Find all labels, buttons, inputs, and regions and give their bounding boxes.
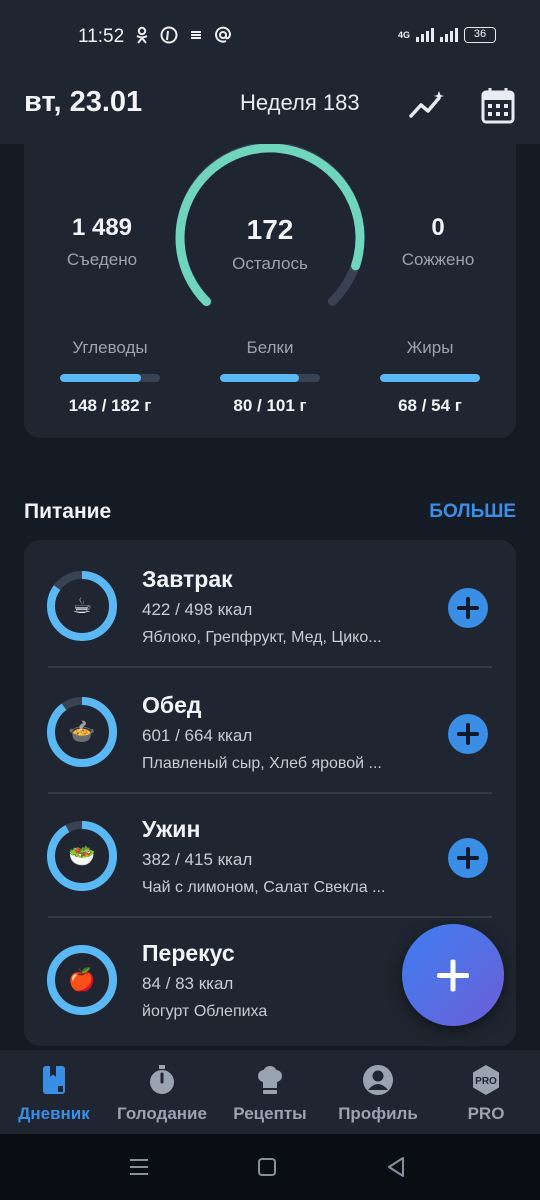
battery-icon: 36 (464, 27, 496, 43)
remaining-label: Осталось (232, 254, 308, 273)
macro-label: Углеводы (72, 338, 148, 357)
profile-icon (363, 1065, 393, 1095)
meal-lunch[interactable]: 🍲 Обед 601 / 664 ккал Плавленый сыр, Хле… (24, 666, 516, 790)
week-label[interactable]: Неделя 183 (240, 90, 360, 116)
add-lunch-button[interactable] (448, 714, 488, 754)
macro-fat: Жиры 68 / 54 г (350, 338, 510, 416)
macro-value: 148 / 182 г (68, 396, 152, 415)
meal-kcal: 422 / 498 ккал (142, 600, 253, 619)
macro-value: 80 / 101 г (233, 396, 307, 415)
system-navigation-bar (0, 1134, 540, 1200)
macro-carbs: Углеводы 148 / 182 г (30, 338, 190, 416)
stopwatch-icon (150, 1065, 174, 1094)
macro-bar (60, 374, 160, 382)
tab-label: Голодание (117, 1104, 207, 1123)
macro-bar (220, 374, 320, 382)
meal-breakfast[interactable]: ☕ Завтрак 422 / 498 ккал Яблоко, Грепфру… (24, 540, 516, 664)
tab-diary[interactable]: Дневник (0, 1050, 108, 1134)
meal-name: Завтрак (142, 566, 233, 592)
status-time: 11:52 (78, 26, 125, 47)
tab-pro[interactable]: PRO PRO (432, 1050, 540, 1134)
recents-icon[interactable] (128, 1157, 150, 1177)
at-icon (215, 26, 232, 43)
eaten-value: 1 489 (71, 214, 133, 241)
diary-icon (43, 1066, 65, 1094)
macro-bar (380, 374, 480, 382)
bottom-navigation: Дневник Голодание Рецепты Профиль PRO PR… (0, 1050, 540, 1134)
burned-stat: 0 Сожжено (368, 214, 508, 270)
signal-icon-2 (440, 28, 458, 42)
meal-name: Обед (142, 692, 202, 718)
calendar-icon[interactable] (480, 86, 516, 126)
notification-icons (134, 26, 232, 44)
svg-text:PRO: PRO (475, 1076, 497, 1087)
remaining-value: 172 (246, 214, 294, 245)
tab-profile[interactable]: Профиль (324, 1050, 432, 1134)
status-bar: 11:52 4G 36 (0, 0, 540, 72)
network-label: 4G (397, 30, 410, 40)
eaten-stat: 1 489 Съедено (32, 214, 172, 270)
status-right: 4G 36 (398, 27, 496, 43)
nutrition-title: Питание (24, 500, 112, 523)
tab-recipes[interactable]: Рецепты (216, 1050, 324, 1134)
meal-items: йогурт Облепиха (142, 1003, 268, 1020)
tab-label: Профиль (338, 1104, 418, 1123)
remaining-stat: 172 Осталось (200, 214, 340, 274)
coffee-icon: ☕ (72, 593, 92, 618)
meal-name: Перекус (142, 940, 235, 966)
apple-icon: 🍎 (68, 967, 96, 992)
menu-lines-icon (191, 31, 201, 39)
current-date[interactable]: вт, 23.01 (24, 86, 142, 119)
home-icon[interactable] (257, 1157, 277, 1177)
app-header: вт, 23.01 Неделя 183 (0, 72, 540, 144)
macro-label: Жиры (406, 338, 454, 357)
battery-level: 36 (473, 28, 487, 40)
macro-bar-fill (380, 374, 480, 382)
pinterest-icon (160, 26, 178, 44)
chef-hat-icon (258, 1066, 282, 1094)
burned-value: 0 (431, 214, 445, 241)
meal-kcal: 601 / 664 ккал (142, 726, 253, 745)
burned-label: Сожжено (401, 250, 475, 269)
trend-chart-icon[interactable] (406, 86, 446, 126)
pro-badge-icon: PRO (473, 1065, 499, 1095)
more-link[interactable]: БОЛЬШЕ (429, 501, 516, 523)
macro-bar-fill (220, 374, 299, 382)
tab-label: Дневник (18, 1104, 90, 1123)
macro-label: Белки (246, 338, 294, 357)
meal-name: Ужин (142, 816, 201, 842)
meal-items: Яблоко, Грепфрукт, Мед, Цико... (142, 629, 382, 646)
macro-value: 68 / 54 г (398, 396, 462, 415)
meal-items: Плавленый сыр, Хлеб яровой ... (142, 755, 382, 772)
signal-icon (416, 28, 434, 42)
add-breakfast-button[interactable] (448, 588, 488, 628)
back-icon[interactable] (386, 1156, 406, 1178)
tab-label: PRO (467, 1104, 505, 1123)
tab-label: Рецепты (233, 1104, 307, 1123)
meal-kcal: 382 / 415 ккал (142, 850, 253, 869)
add-food-fab[interactable] (402, 924, 504, 1026)
meal-items: Чай с лимоном, Салат Свекла ... (142, 879, 386, 896)
calorie-summary-card: 1 489 Съедено 172 Осталось 0 Сожжено Угл… (24, 120, 516, 438)
soup-icon: 🍲 (68, 719, 96, 744)
salad-icon: 🥗 (68, 843, 96, 868)
macro-protein: Белки 80 / 101 г (190, 338, 350, 416)
meal-kcal: 84 / 83 ккал (142, 974, 234, 993)
meal-dinner[interactable]: 🥗 Ужин 382 / 415 ккал Чай с лимоном, Сал… (24, 790, 516, 914)
eaten-label: Съедено (66, 250, 138, 269)
add-dinner-button[interactable] (448, 838, 488, 878)
ok-icon (136, 26, 148, 44)
macro-bar-fill (60, 374, 141, 382)
tab-fasting[interactable]: Голодание (108, 1050, 216, 1134)
